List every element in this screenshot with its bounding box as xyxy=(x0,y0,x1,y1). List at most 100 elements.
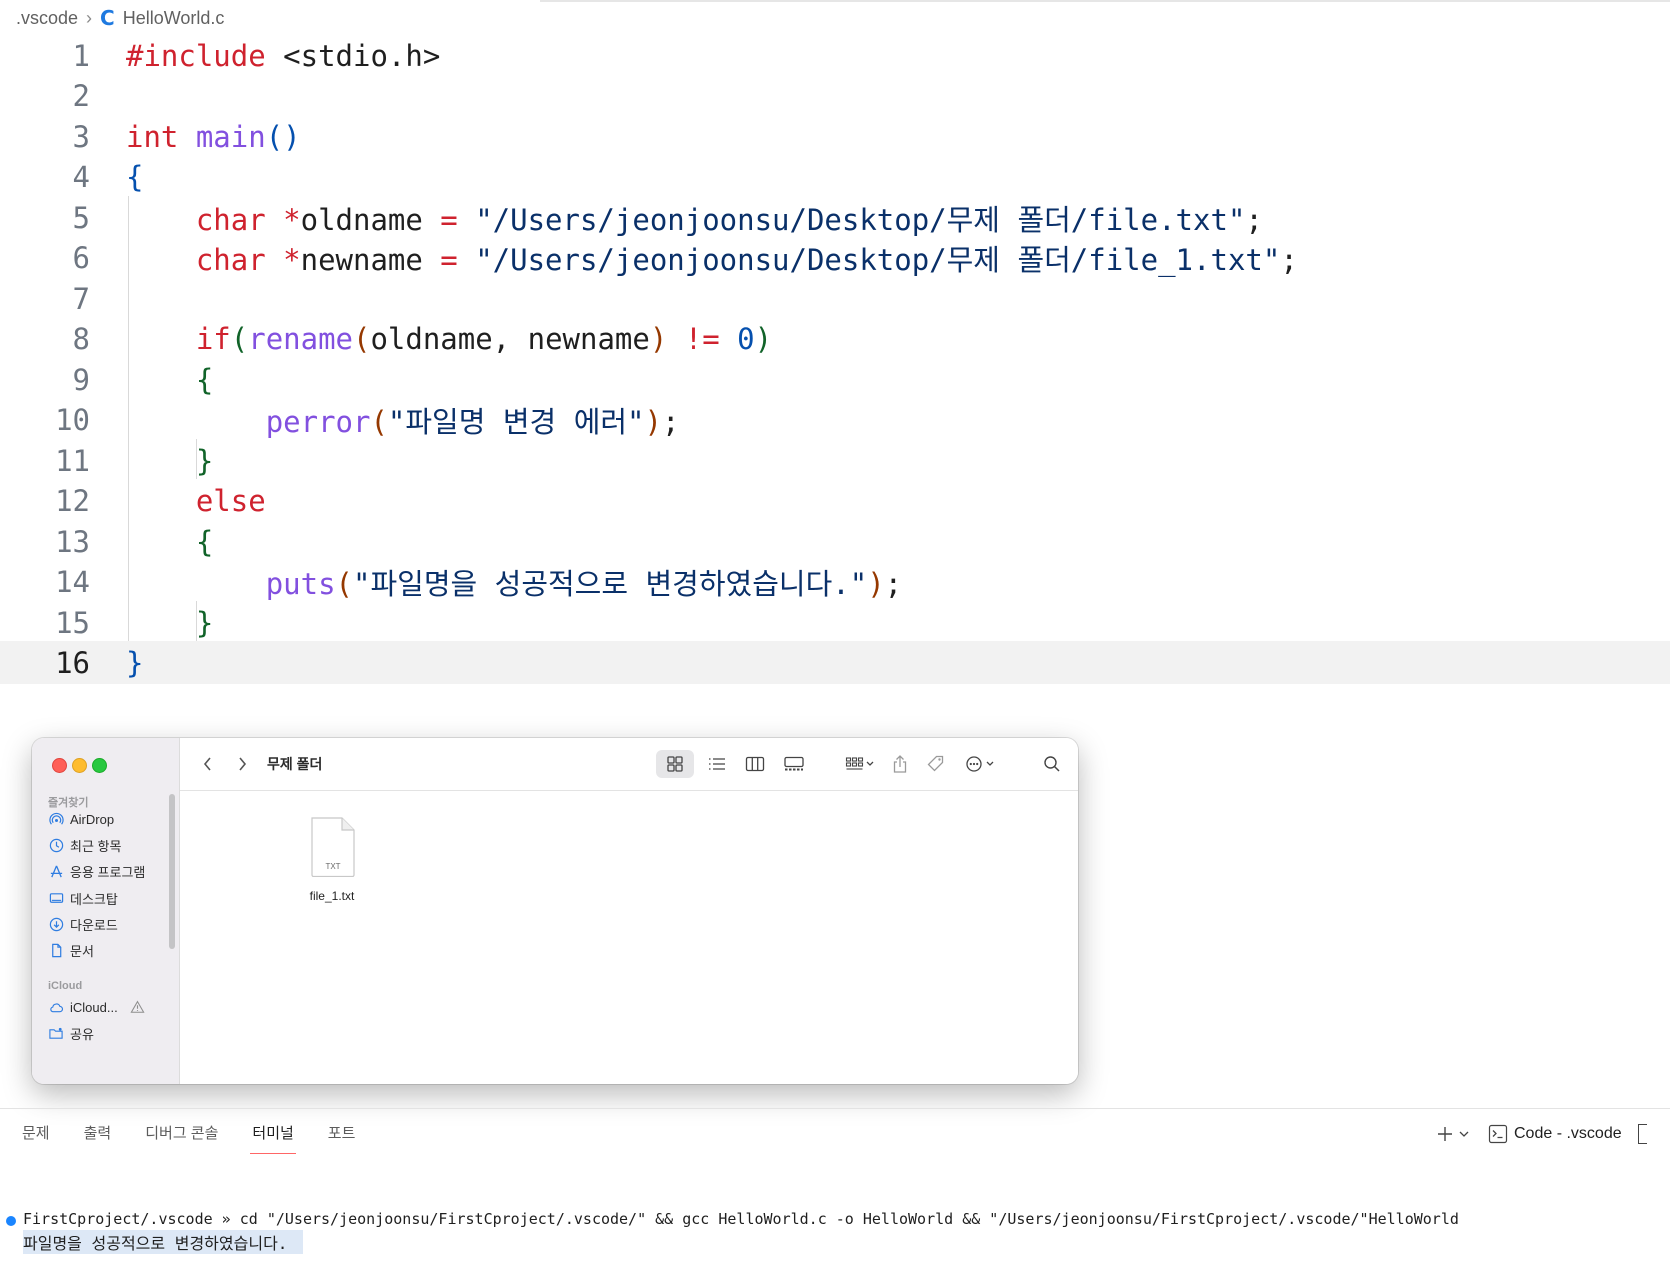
columns-icon xyxy=(745,756,765,772)
desktop-icon xyxy=(48,890,64,906)
code-line-11[interactable]: 11 } xyxy=(0,439,1670,482)
code-line-10[interactable]: 10 perror("파일명 변경 에러"); xyxy=(0,398,1670,441)
code-line-3[interactable]: 3 int main() xyxy=(0,115,1670,158)
code-line-16[interactable]: 16 } xyxy=(0,641,1670,684)
panel-tabs: 문제 출력 디버그 콘솔 터미널 포트 xyxy=(22,1124,355,1154)
gallery-view-button[interactable] xyxy=(776,750,812,778)
terminal-program-output: 파일명을 성공적으로 변경하였습니다. xyxy=(23,1230,304,1254)
line-number: 15 xyxy=(55,605,90,640)
tab-output[interactable]: 출력 xyxy=(84,1124,112,1154)
tag-button[interactable] xyxy=(924,750,948,778)
line-number: 5 xyxy=(72,200,90,235)
code-line-6[interactable]: 6 char *newname = "/Users/jeonjoonsu/Des… xyxy=(0,236,1670,279)
line-number: 16 xyxy=(55,645,90,680)
panel-border xyxy=(0,1108,1670,1109)
file-type-badge: TXT xyxy=(325,862,340,871)
new-terminal-button[interactable] xyxy=(1436,1125,1470,1143)
sidebar-scrollbar[interactable] xyxy=(169,794,175,949)
share-icon xyxy=(893,755,907,773)
warning-icon xyxy=(130,999,146,1015)
terminal-selector[interactable]: Code - .vscode xyxy=(1488,1124,1622,1144)
window-maximize-button[interactable] xyxy=(92,758,107,773)
shared-folder-icon xyxy=(48,1025,64,1041)
finder-window[interactable]: 즐겨찾기 AirDrop 최근 항목 응용 프로그램 데스크탑 다운로드 문서 … xyxy=(32,738,1078,1084)
applications-icon xyxy=(48,863,64,879)
search-icon xyxy=(1044,756,1060,772)
chevron-down-icon xyxy=(1459,1131,1469,1137)
sidebar-item-documents[interactable]: 문서 xyxy=(48,939,94,961)
line-number: 7 xyxy=(72,281,90,316)
sidebar-item-applications[interactable]: 응용 프로그램 xyxy=(48,860,145,882)
finder-sidebar: 즐겨찾기 AirDrop 최근 항목 응용 프로그램 데스크탑 다운로드 문서 … xyxy=(32,738,180,1084)
code-line-1[interactable]: 1 #include <stdio.h> xyxy=(0,34,1670,77)
list-icon xyxy=(709,758,725,770)
code-line-7[interactable]: 7 xyxy=(0,277,1670,320)
breadcrumb-folder[interactable]: .vscode xyxy=(16,8,78,29)
column-view-button[interactable] xyxy=(738,750,772,778)
tab-terminal[interactable]: 터미널 xyxy=(250,1124,297,1154)
tab-ports[interactable]: 포트 xyxy=(328,1124,356,1154)
more-actions-button[interactable] xyxy=(962,750,1002,778)
line-number: 6 xyxy=(72,240,90,275)
list-view-button[interactable] xyxy=(700,750,734,778)
line-number: 14 xyxy=(55,564,90,599)
chevron-right-icon: › xyxy=(86,7,93,28)
code-line-13[interactable]: 13 { xyxy=(0,520,1670,563)
terminal-icon xyxy=(1488,1124,1508,1144)
sidebar-item-recents[interactable]: 최근 항목 xyxy=(48,834,121,856)
sidebar-item-airdrop[interactable]: AirDrop xyxy=(48,808,114,830)
icon-view-button[interactable] xyxy=(656,750,694,778)
code-line-9[interactable]: 9 { xyxy=(0,358,1670,401)
breadcrumb: .vscode › C HelloWorld.c xyxy=(16,6,224,30)
line-number: 12 xyxy=(55,483,90,518)
terminal-name: Code - .vscode xyxy=(1514,1125,1622,1142)
tab-problems[interactable]: 문제 xyxy=(22,1124,50,1154)
editor-top-border xyxy=(540,0,1670,2)
plus-icon xyxy=(1438,1127,1452,1141)
code-line-14[interactable]: 14 puts("파일명을 성공적으로 변경하였습니다."); xyxy=(0,560,1670,603)
gallery-icon xyxy=(784,756,804,771)
line-number: 3 xyxy=(72,119,90,154)
window-close-button[interactable] xyxy=(52,758,67,773)
code-line-15[interactable]: 15 } xyxy=(0,601,1670,644)
cloud-icon xyxy=(48,999,64,1015)
code-line-12[interactable]: 12 else xyxy=(0,479,1670,522)
code-editor[interactable]: 1 #include <stdio.h> 2 3 int main() 4 { … xyxy=(0,34,1670,724)
split-terminal-button[interactable] xyxy=(1637,1124,1647,1144)
line-number: 10 xyxy=(55,402,90,437)
document-icon xyxy=(48,942,64,958)
chevron-right-icon xyxy=(239,757,247,771)
code-line-5[interactable]: 5 char *oldname = "/Users/jeonjoonsu/Des… xyxy=(0,196,1670,239)
sidebar-item-shared[interactable]: 공유 xyxy=(48,1022,94,1044)
line-number: 13 xyxy=(55,524,90,559)
line-number: 8 xyxy=(72,321,90,356)
command-status-dot xyxy=(6,1216,16,1226)
sidebar-item-downloads[interactable]: 다운로드 xyxy=(48,913,118,935)
search-button[interactable] xyxy=(1040,750,1064,778)
group-by-button[interactable] xyxy=(840,750,880,778)
finder-content-area[interactable]: TXT file_1.txt xyxy=(180,791,1078,1084)
back-button[interactable] xyxy=(198,750,218,778)
line-number: 2 xyxy=(72,78,90,113)
sidebar-item-icloud-drive[interactable]: iCloud... xyxy=(48,996,146,1018)
panel-actions: Code - .vscode xyxy=(1436,1120,1647,1148)
share-button[interactable] xyxy=(888,750,912,778)
sidebar-section-icloud: iCloud xyxy=(48,980,83,992)
forward-button[interactable] xyxy=(232,750,252,778)
window-minimize-button[interactable] xyxy=(72,758,87,773)
code-line-8[interactable]: 8 if(rename(oldname, newname) != 0) xyxy=(0,317,1670,360)
ellipsis-circle-icon xyxy=(966,756,994,772)
window-title: 무제 폴더 xyxy=(267,756,323,772)
line-number: 1 xyxy=(72,38,90,73)
code-line-4[interactable]: 4 { xyxy=(0,155,1670,198)
grid-icon xyxy=(667,756,683,772)
txt-file-icon[interactable]: TXT xyxy=(310,817,355,878)
breadcrumb-file[interactable]: HelloWorld.c xyxy=(123,8,225,29)
tab-debug-console[interactable]: 디버그 콘솔 xyxy=(145,1124,218,1154)
c-language-icon: C xyxy=(100,6,115,30)
code-line-2[interactable]: 2 xyxy=(0,74,1670,117)
group-icon xyxy=(845,757,874,770)
line-number: 4 xyxy=(72,159,90,194)
file-name-label[interactable]: file_1.txt xyxy=(280,889,384,903)
sidebar-item-desktop[interactable]: 데스크탑 xyxy=(48,887,118,909)
